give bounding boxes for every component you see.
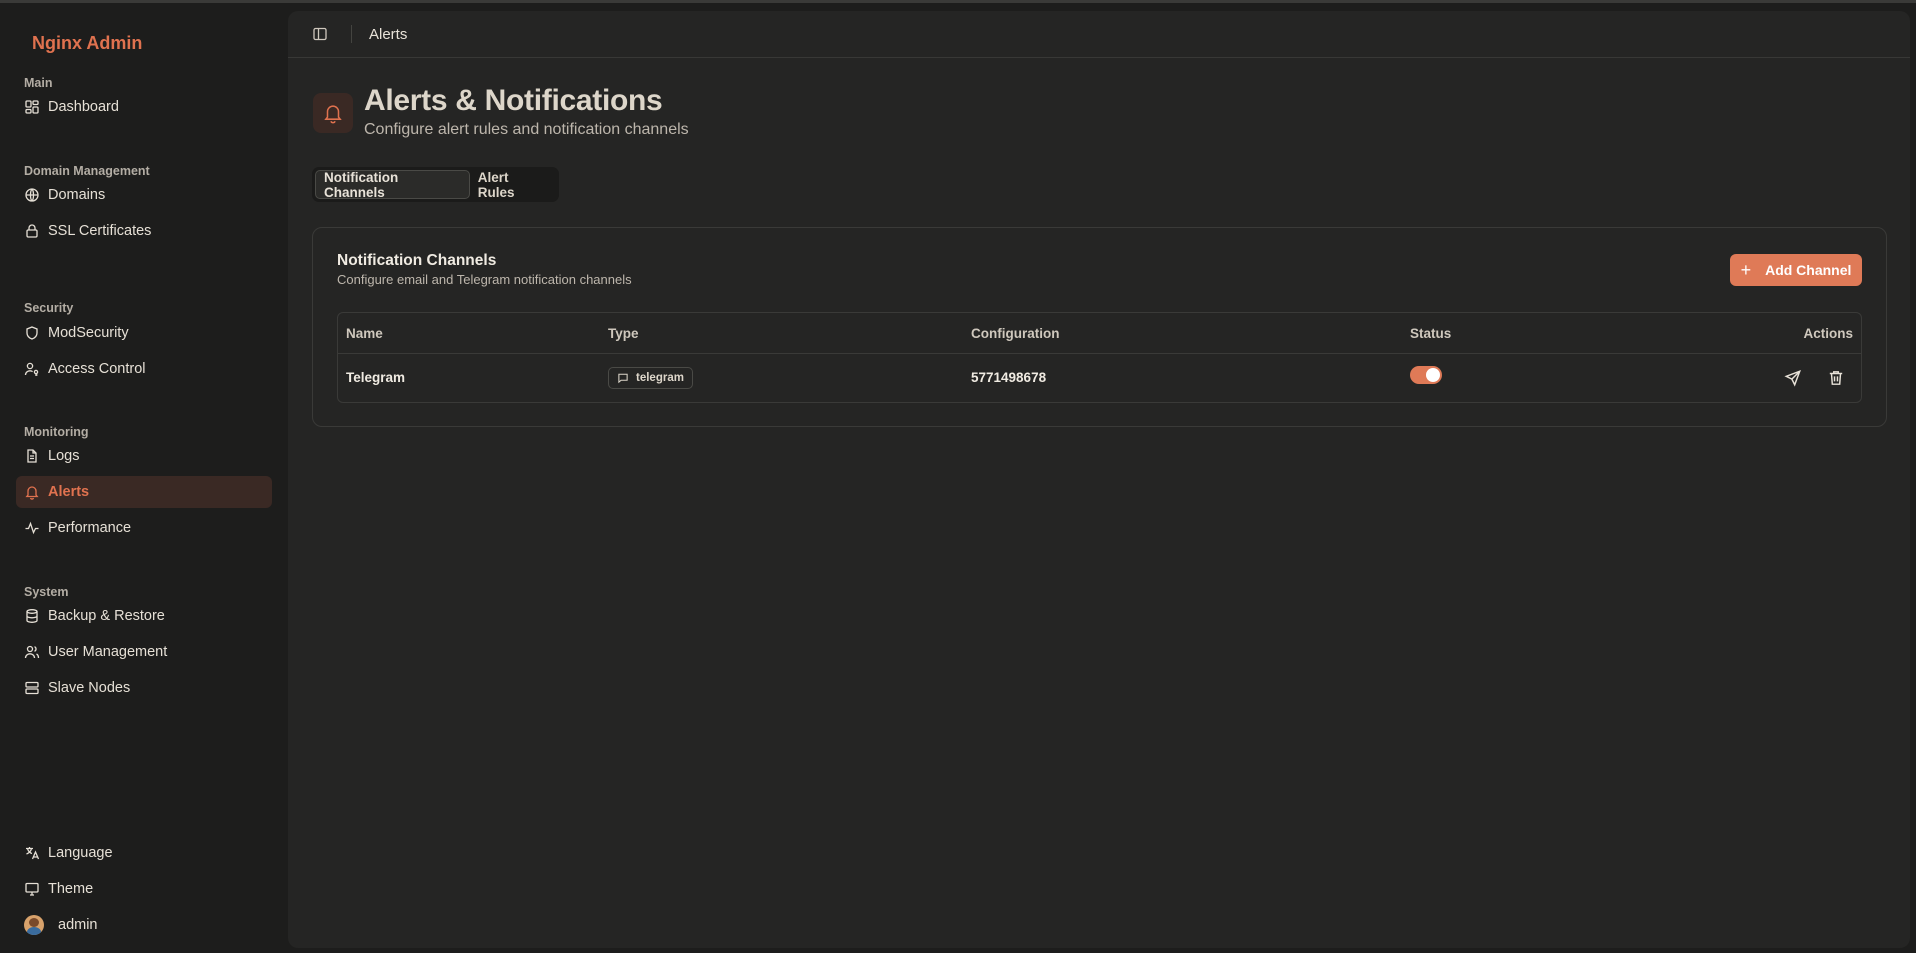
- plus-icon: +: [1740, 260, 1752, 280]
- users-icon: [24, 645, 40, 659]
- sidebar-item-performance[interactable]: Performance: [16, 512, 272, 544]
- column-header-configuration: Configuration: [971, 326, 1060, 341]
- group-label-security: Security: [24, 301, 74, 315]
- globe-icon: [25, 188, 39, 202]
- language-icon: [26, 847, 40, 860]
- sidebar-item-label: Dashboard: [48, 99, 119, 115]
- channel-type-badge: telegram: [608, 367, 693, 389]
- group-label-domain-management: Domain Management: [24, 164, 150, 178]
- tab-alert-rules[interactable]: Alert Rules: [470, 170, 556, 200]
- sidebar-item-label: SSL Certificates: [48, 223, 152, 239]
- monitor-icon: [25, 882, 39, 896]
- page-subtitle: Configure alert rules and notification c…: [364, 121, 689, 138]
- sidebar-item-slave-nodes[interactable]: Slave Nodes: [16, 672, 272, 704]
- add-channel-button[interactable]: + Add Channel: [1730, 254, 1862, 286]
- message-square-icon: [618, 373, 628, 384]
- bell-icon: [324, 105, 342, 124]
- sidebar-item-label: Performance: [48, 520, 132, 536]
- tab-notification-channels[interactable]: Notification Channels: [315, 170, 470, 200]
- user-key-icon: [24, 362, 39, 376]
- group-label-system: System: [24, 585, 69, 599]
- page-title: Alerts & Notifications: [364, 84, 663, 117]
- file-text-icon: [27, 449, 37, 463]
- channel-configuration: 5771498678: [971, 370, 1047, 385]
- brand-logo[interactable]: Nginx Admin: [32, 33, 142, 54]
- sidebar-item-label: Language: [48, 845, 113, 861]
- column-header-actions: Actions: [1803, 326, 1853, 341]
- topbar: Alerts: [288, 11, 1910, 58]
- sidebar-item-theme[interactable]: Theme: [16, 873, 272, 905]
- sidebar: Nginx Admin Main Dashboard Domain Manage…: [0, 3, 288, 953]
- sidebar-item-label: Backup & Restore: [48, 608, 165, 624]
- sidebar-item-user-management[interactable]: User Management: [16, 636, 272, 668]
- bell-icon: [25, 486, 39, 500]
- topbar-divider: [351, 25, 352, 43]
- user-name: admin: [58, 917, 98, 933]
- column-header-name: Name: [346, 326, 383, 341]
- sidebar-toggle-icon[interactable]: [312, 26, 328, 42]
- card-subtitle: Configure email and Telegram notificatio…: [337, 272, 632, 287]
- notification-channels-card: Notification Channels Configure email an…: [312, 227, 1887, 427]
- avatar: [24, 915, 44, 935]
- main-panel: Alerts Alerts & Notifications Configure …: [288, 11, 1910, 948]
- group-label-monitoring: Monitoring: [24, 425, 89, 439]
- card-title: Notification Channels: [337, 252, 497, 269]
- lock-icon: [26, 224, 38, 238]
- sidebar-item-backup-restore[interactable]: Backup & Restore: [16, 600, 272, 632]
- sidebar-item-access-control[interactable]: Access Control: [16, 353, 272, 385]
- sidebar-item-label: Domains: [48, 187, 106, 203]
- sidebar-item-logs[interactable]: Logs: [16, 440, 272, 472]
- group-label-main: Main: [24, 76, 53, 90]
- tab-list: Notification Channels Alert Rules: [312, 167, 559, 202]
- shield-icon: [26, 326, 38, 340]
- add-channel-label: Add Channel: [1765, 262, 1852, 278]
- sidebar-item-label: ModSecurity: [48, 325, 129, 341]
- sidebar-user-menu[interactable]: admin: [16, 909, 272, 941]
- page-icon: [313, 93, 353, 133]
- channel-type-label: telegram: [636, 372, 684, 384]
- dashboard-icon: [25, 100, 39, 114]
- database-icon: [26, 609, 38, 623]
- channel-name: Telegram: [346, 370, 406, 385]
- header-divider: [338, 353, 1861, 354]
- channel-status-toggle[interactable]: [1410, 366, 1442, 384]
- sidebar-item-ssl-certificates[interactable]: SSL Certificates: [16, 215, 272, 247]
- sidebar-item-label: Logs: [48, 448, 80, 464]
- sidebar-item-dashboard[interactable]: Dashboard: [16, 91, 272, 123]
- sidebar-item-label: Theme: [48, 881, 94, 897]
- breadcrumb: Alerts: [369, 26, 408, 43]
- server-icon: [25, 681, 39, 695]
- sidebar-item-label: User Management: [48, 644, 168, 660]
- sidebar-item-label: Access Control: [48, 361, 146, 377]
- sidebar-item-modsecurity[interactable]: ModSecurity: [16, 317, 272, 349]
- sidebar-item-alerts[interactable]: Alerts: [16, 476, 272, 508]
- sidebar-item-label: Slave Nodes: [48, 680, 131, 696]
- column-header-type: Type: [608, 326, 639, 341]
- sidebar-item-domains[interactable]: Domains: [16, 179, 272, 211]
- sidebar-item-language[interactable]: Language: [16, 837, 272, 869]
- send-test-icon[interactable]: [1784, 369, 1802, 387]
- sidebar-item-label: Alerts: [48, 484, 90, 500]
- activity-icon: [25, 521, 39, 535]
- channels-table: Name Type Configuration Status Actions T…: [337, 312, 1862, 403]
- column-header-status: Status: [1410, 326, 1452, 341]
- delete-icon[interactable]: [1827, 369, 1845, 387]
